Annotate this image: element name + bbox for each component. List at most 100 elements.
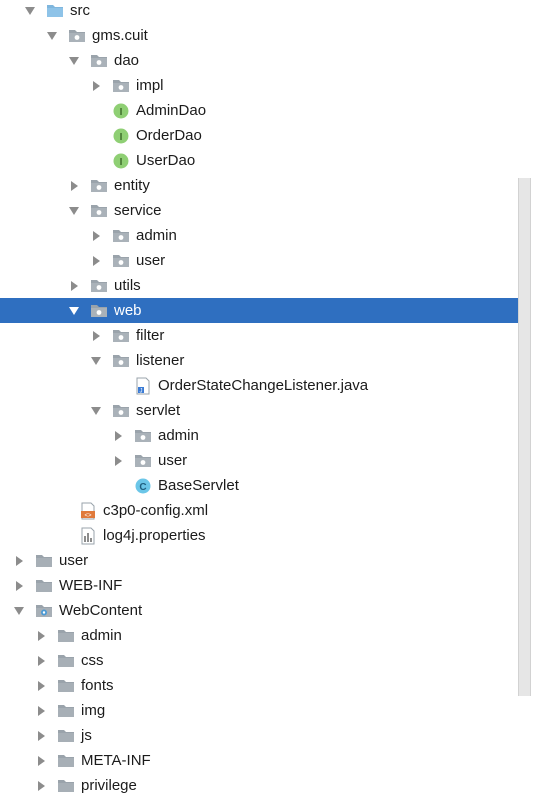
package-icon xyxy=(112,353,130,369)
tree-item-label: listener xyxy=(136,352,185,369)
tree-row[interactable]: admin xyxy=(0,223,531,248)
tree-item-label: c3p0-config.xml xyxy=(103,502,209,519)
tree-row[interactable]: web xyxy=(0,298,531,323)
tree-row[interactable]: user xyxy=(0,248,531,273)
package-icon xyxy=(90,203,108,219)
svg-text:I: I xyxy=(120,107,123,118)
tree-row[interactable]: entity xyxy=(0,173,531,198)
tree-item-label: filter xyxy=(136,327,165,344)
tree-item-label: AdminDao xyxy=(136,102,207,119)
tree-item-label: admin xyxy=(136,227,177,244)
tree-row[interactable]: user xyxy=(0,548,531,573)
tree-item-label: WebContent xyxy=(59,602,143,619)
tree-item-label: src xyxy=(70,2,90,19)
tree-row[interactable]: admin xyxy=(0,623,531,648)
tree-row[interactable]: WEB-INF xyxy=(0,573,531,598)
tree-item-label: admin xyxy=(81,627,122,644)
tree-item-label: admin xyxy=(158,427,199,444)
tree-row[interactable]: user xyxy=(0,448,531,473)
collapse-arrow-icon[interactable] xyxy=(68,280,80,292)
package-icon xyxy=(90,278,108,294)
tree-item-label: UserDao xyxy=(136,152,196,169)
folder-icon xyxy=(35,553,53,569)
tree-item-label: dao xyxy=(114,52,140,69)
tree-item-label: privilege xyxy=(81,777,137,794)
tree-row[interactable]: admin xyxy=(0,423,531,448)
expand-arrow-icon[interactable] xyxy=(90,405,102,417)
tree-row[interactable]: utils xyxy=(0,273,531,298)
tree-row[interactable]: listener xyxy=(0,348,531,373)
collapse-arrow-icon[interactable] xyxy=(35,730,47,742)
interface-icon: I xyxy=(112,103,130,119)
tree-row[interactable]: WebContent xyxy=(0,598,531,623)
expand-arrow-icon[interactable] xyxy=(68,205,80,217)
tree-item-label: BaseServlet xyxy=(158,477,239,494)
tree-item-label: log4j.properties xyxy=(103,527,206,544)
tree-row[interactable]: servlet xyxy=(0,398,531,423)
tree-item-label: servlet xyxy=(136,402,181,419)
collapse-arrow-icon[interactable] xyxy=(90,330,102,342)
package-icon xyxy=(112,253,130,269)
collapse-arrow-icon[interactable] xyxy=(13,555,25,567)
tree-row[interactable]: <> c3p0-config.xml xyxy=(0,498,531,523)
tree-row[interactable]: C BaseServlet xyxy=(0,473,531,498)
collapse-arrow-icon[interactable] xyxy=(90,80,102,92)
tree-row[interactable]: filter xyxy=(0,323,531,348)
scrollbar-thumb[interactable] xyxy=(518,178,531,696)
tree-row[interactable]: service xyxy=(0,198,531,223)
expand-arrow-icon[interactable] xyxy=(46,30,58,42)
folder-icon xyxy=(57,678,75,694)
tree-row[interactable]: img xyxy=(0,698,531,723)
tree-row[interactable]: J OrderStateChangeListener.java xyxy=(0,373,531,398)
tree-row[interactable]: src xyxy=(0,0,531,23)
collapse-arrow-icon[interactable] xyxy=(35,630,47,642)
folder-icon xyxy=(57,728,75,744)
interface-icon: I xyxy=(112,128,130,144)
collapse-arrow-icon[interactable] xyxy=(112,430,124,442)
xml-file-icon: <> xyxy=(79,502,97,519)
package-icon xyxy=(90,178,108,194)
collapse-arrow-icon[interactable] xyxy=(90,255,102,267)
expand-arrow-icon[interactable] xyxy=(13,605,25,617)
collapse-arrow-icon[interactable] xyxy=(35,780,47,792)
tree-row[interactable]: privilege xyxy=(0,773,531,798)
package-icon xyxy=(68,28,86,44)
expand-arrow-icon[interactable] xyxy=(68,55,80,67)
tree-item-label: WEB-INF xyxy=(59,577,123,594)
tree-item-label: service xyxy=(114,202,162,219)
tree-row[interactable]: I UserDao xyxy=(0,148,531,173)
folder-src-icon xyxy=(46,3,64,19)
tree-item-label: user xyxy=(136,252,166,269)
tree-row[interactable]: I AdminDao xyxy=(0,98,531,123)
collapse-arrow-icon[interactable] xyxy=(35,655,47,667)
tree-row[interactable]: js xyxy=(0,723,531,748)
tree-row[interactable]: dao xyxy=(0,48,531,73)
collapse-arrow-icon[interactable] xyxy=(35,755,47,767)
collapse-arrow-icon[interactable] xyxy=(112,455,124,467)
tree-row[interactable]: I OrderDao xyxy=(0,123,531,148)
tree-item-label: META-INF xyxy=(81,752,151,769)
tree-item-label: js xyxy=(81,727,92,744)
collapse-arrow-icon[interactable] xyxy=(68,180,80,192)
collapse-arrow-icon[interactable] xyxy=(35,705,47,717)
expand-arrow-icon[interactable] xyxy=(90,355,102,367)
tree-row[interactable]: fonts xyxy=(0,673,531,698)
package-icon xyxy=(90,303,108,319)
tree-row[interactable]: css xyxy=(0,648,531,673)
tree-row[interactable]: gms.cuit xyxy=(0,23,531,48)
tree-item-label: gms.cuit xyxy=(92,27,148,44)
properties-file-icon xyxy=(79,527,97,544)
tree-row[interactable]: impl xyxy=(0,73,531,98)
collapse-arrow-icon[interactable] xyxy=(13,580,25,592)
tree-row[interactable]: log4j.properties xyxy=(0,523,531,548)
expand-arrow-icon[interactable] xyxy=(68,305,80,317)
collapse-arrow-icon[interactable] xyxy=(90,230,102,242)
collapse-arrow-icon[interactable] xyxy=(35,680,47,692)
interface-icon: I xyxy=(112,153,130,169)
tree-item-label: fonts xyxy=(81,677,114,694)
tree-row[interactable]: META-INF xyxy=(0,748,531,773)
expand-arrow-icon[interactable] xyxy=(24,5,36,17)
package-icon xyxy=(112,403,130,419)
folder-icon xyxy=(57,703,75,719)
package-icon xyxy=(112,328,130,344)
